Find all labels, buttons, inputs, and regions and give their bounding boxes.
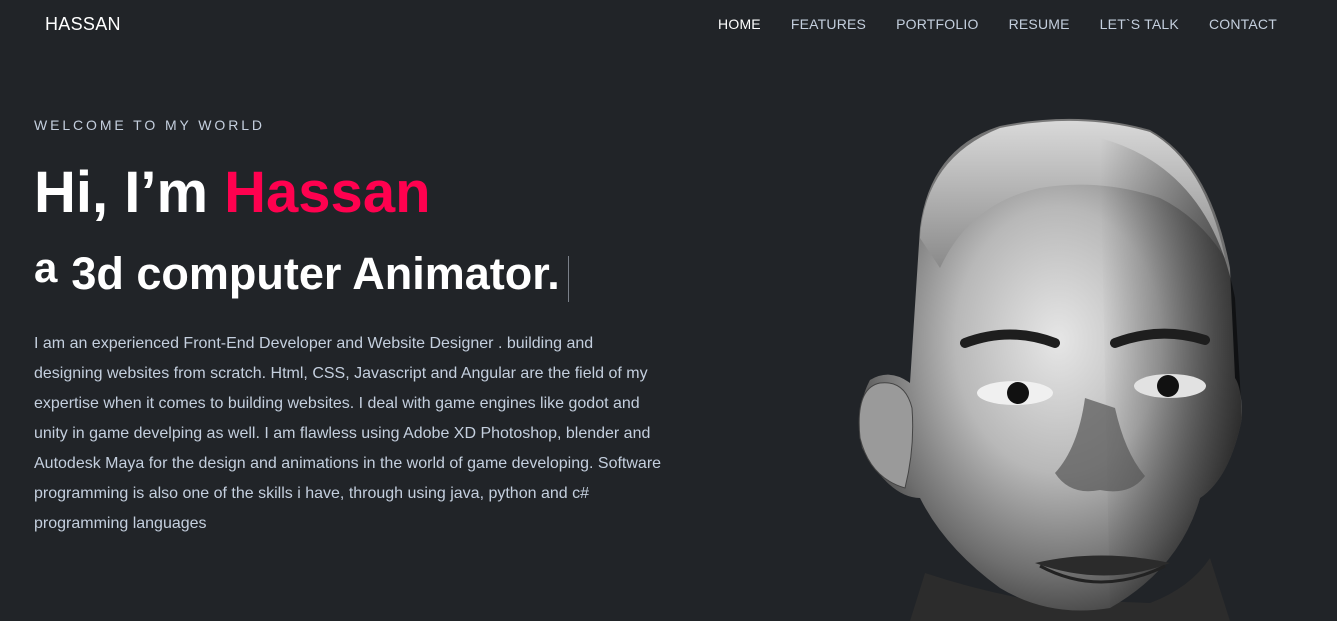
nav-resume[interactable]: RESUME [1009, 16, 1070, 32]
nav-lets-talk[interactable]: LET`S TALK [1100, 16, 1179, 32]
hero-name: Hassan [224, 160, 431, 225]
hero-subtitle: a 3d computer Animator. [34, 244, 570, 302]
hero-title: Hi, I’m Hassan [34, 160, 431, 227]
nav-portfolio[interactable]: PORTFOLIO [896, 16, 978, 32]
nav-features[interactable]: FEATURES [791, 16, 866, 32]
profile-portrait [858, 118, 1242, 621]
page: HASSAN HOME FEATURES PORTFOLIO RESUME LE… [0, 0, 1337, 621]
subtitle-article: a [34, 244, 58, 291]
nav-home[interactable]: HOME [718, 16, 761, 32]
subtitle-text: 3d computer Animator. [71, 248, 560, 299]
typing-cursor [567, 256, 570, 302]
hero-greeting: Hi, I’m [34, 160, 225, 225]
bio-paragraph: I am an experienced Front-End Developer … [34, 335, 662, 532]
nav-contact[interactable]: CONTACT [1209, 16, 1277, 32]
site-logo[interactable]: HASSAN [45, 14, 121, 35]
site-header: HASSAN HOME FEATURES PORTFOLIO RESUME LE… [0, 0, 1337, 50]
welcome-text: WELCOME TO MY WORLD [34, 117, 265, 133]
